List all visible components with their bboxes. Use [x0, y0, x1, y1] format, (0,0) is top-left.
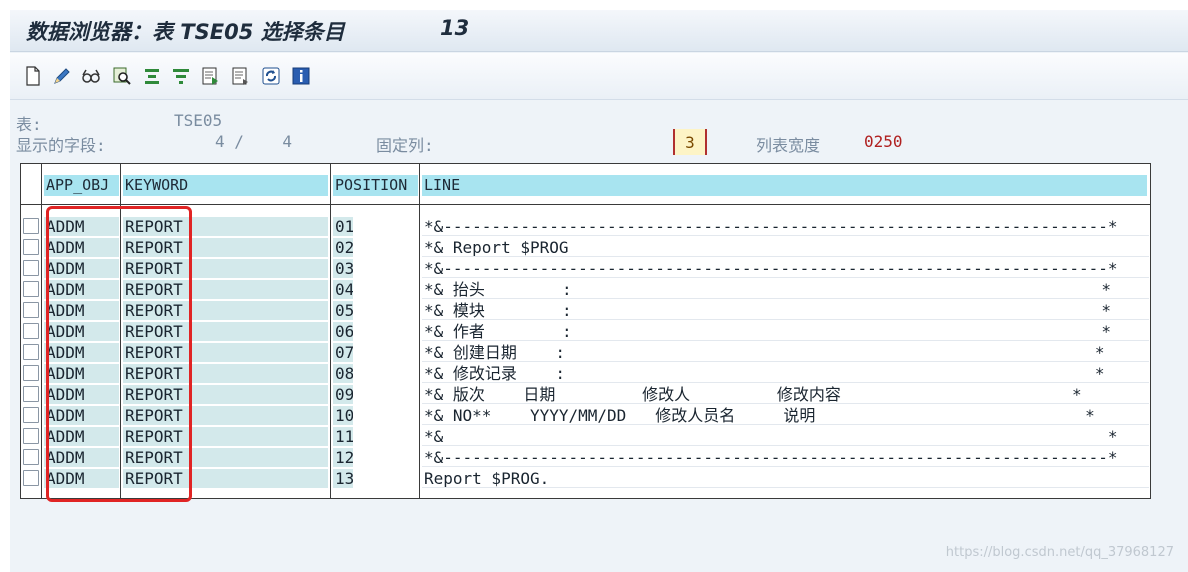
watermark: https://blog.csdn.net/qq_37968127: [945, 545, 1174, 560]
cell-position[interactable]: 03: [333, 259, 353, 278]
cell-line[interactable]: *& NO** YYYY/MM/DD 修改人员名 说明 *: [422, 406, 1149, 425]
cell-line[interactable]: *& 抬头 : *: [422, 280, 1149, 299]
cell-position[interactable]: 08: [333, 364, 353, 383]
magnifier-icon[interactable]: [111, 64, 133, 88]
cell-position[interactable]: 11: [333, 427, 353, 446]
list-width-label: 列表宽度: [756, 136, 821, 155]
cell-position[interactable]: 01: [333, 217, 353, 236]
fields-label: 显示的字段:: [16, 136, 106, 155]
row-select-checkbox[interactable]: [23, 302, 39, 318]
cell-position[interactable]: 05: [333, 301, 353, 320]
row-select-checkbox[interactable]: [23, 449, 39, 465]
fixed-columns-input[interactable]: 3: [673, 129, 707, 155]
cell-line[interactable]: *&--------------------------------------…: [422, 217, 1149, 236]
fixed-columns-label: 固定列:: [376, 136, 434, 155]
cell-line[interactable]: *& *: [422, 427, 1149, 446]
grid-divider: [41, 164, 42, 498]
cell-position[interactable]: 12: [333, 448, 353, 467]
row-select-checkbox[interactable]: [23, 218, 39, 234]
entry-count: 13: [440, 16, 470, 40]
page-title: 数据浏览器：表 TSE05 选择条目 13: [26, 16, 469, 46]
title-bar: 数据浏览器：表 TSE05 选择条目 13: [10, 10, 1188, 52]
cell-position[interactable]: 04: [333, 280, 353, 299]
cell-line[interactable]: *& 作者 : *: [422, 322, 1149, 341]
row-select-checkbox[interactable]: [23, 407, 39, 423]
cell-position[interactable]: 06: [333, 322, 353, 341]
row-select-checkbox[interactable]: [23, 260, 39, 276]
export-icon[interactable]: [200, 64, 222, 88]
info-icon[interactable]: [290, 64, 312, 88]
grid-divider: [419, 164, 420, 498]
column-header-line[interactable]: LINE: [422, 175, 1147, 196]
cell-line[interactable]: Report $PROG.: [422, 469, 1149, 488]
cell-position[interactable]: 07: [333, 343, 353, 362]
column-header-app-obj[interactable]: APP_OBJ: [44, 175, 119, 196]
column-header-position[interactable]: POSITION: [333, 175, 418, 196]
cell-position[interactable]: 02: [333, 238, 353, 257]
application-toolbar: [10, 53, 1188, 100]
cell-line[interactable]: *& 模块 : *: [422, 301, 1149, 320]
column-header-keyword[interactable]: KEYWORD: [123, 175, 328, 196]
table-value: TSE05: [174, 111, 223, 130]
data-browser-window: 数据浏览器：表 TSE05 选择条目 13 表: TSE05 显示的字段: 4 …: [10, 10, 1188, 572]
row-select-checkbox[interactable]: [23, 281, 39, 297]
new-page-icon[interactable]: [22, 64, 44, 88]
sort-ascending-icon[interactable]: [141, 64, 163, 88]
row-select-checkbox[interactable]: [23, 365, 39, 381]
cell-line[interactable]: *& 创建日期 : *: [422, 343, 1149, 362]
row-select-checkbox[interactable]: [23, 386, 39, 402]
grid-divider: [330, 164, 331, 498]
grid-header-divider: [21, 204, 1150, 205]
highlight-box: [46, 206, 192, 502]
filter-icon[interactable]: [170, 64, 192, 88]
cell-line[interactable]: *& Report $PROG: [422, 238, 1149, 257]
detail-icon[interactable]: [230, 64, 252, 88]
row-select-checkbox[interactable]: [23, 470, 39, 486]
row-select-checkbox[interactable]: [23, 428, 39, 444]
glasses-icon[interactable]: [80, 64, 102, 88]
pencil-icon[interactable]: [51, 64, 73, 88]
cell-line[interactable]: *&--------------------------------------…: [422, 448, 1149, 467]
list-width-value: 0250: [864, 132, 903, 151]
row-select-checkbox[interactable]: [23, 323, 39, 339]
fields-value: 4 / 4: [215, 132, 293, 151]
refresh-icon[interactable]: [260, 64, 282, 88]
row-select-checkbox[interactable]: [23, 239, 39, 255]
cell-line[interactable]: *& 修改记录 : *: [422, 364, 1149, 383]
cell-line[interactable]: *& 版次 日期 修改人 修改内容 *: [422, 385, 1149, 404]
cell-position[interactable]: 09: [333, 385, 353, 404]
page-title-text: 数据浏览器：表 TSE05 选择条目: [26, 20, 345, 44]
cell-position[interactable]: 13: [333, 469, 353, 488]
cell-line[interactable]: *&--------------------------------------…: [422, 259, 1149, 278]
row-select-checkbox[interactable]: [23, 344, 39, 360]
cell-position[interactable]: 10: [333, 406, 353, 425]
